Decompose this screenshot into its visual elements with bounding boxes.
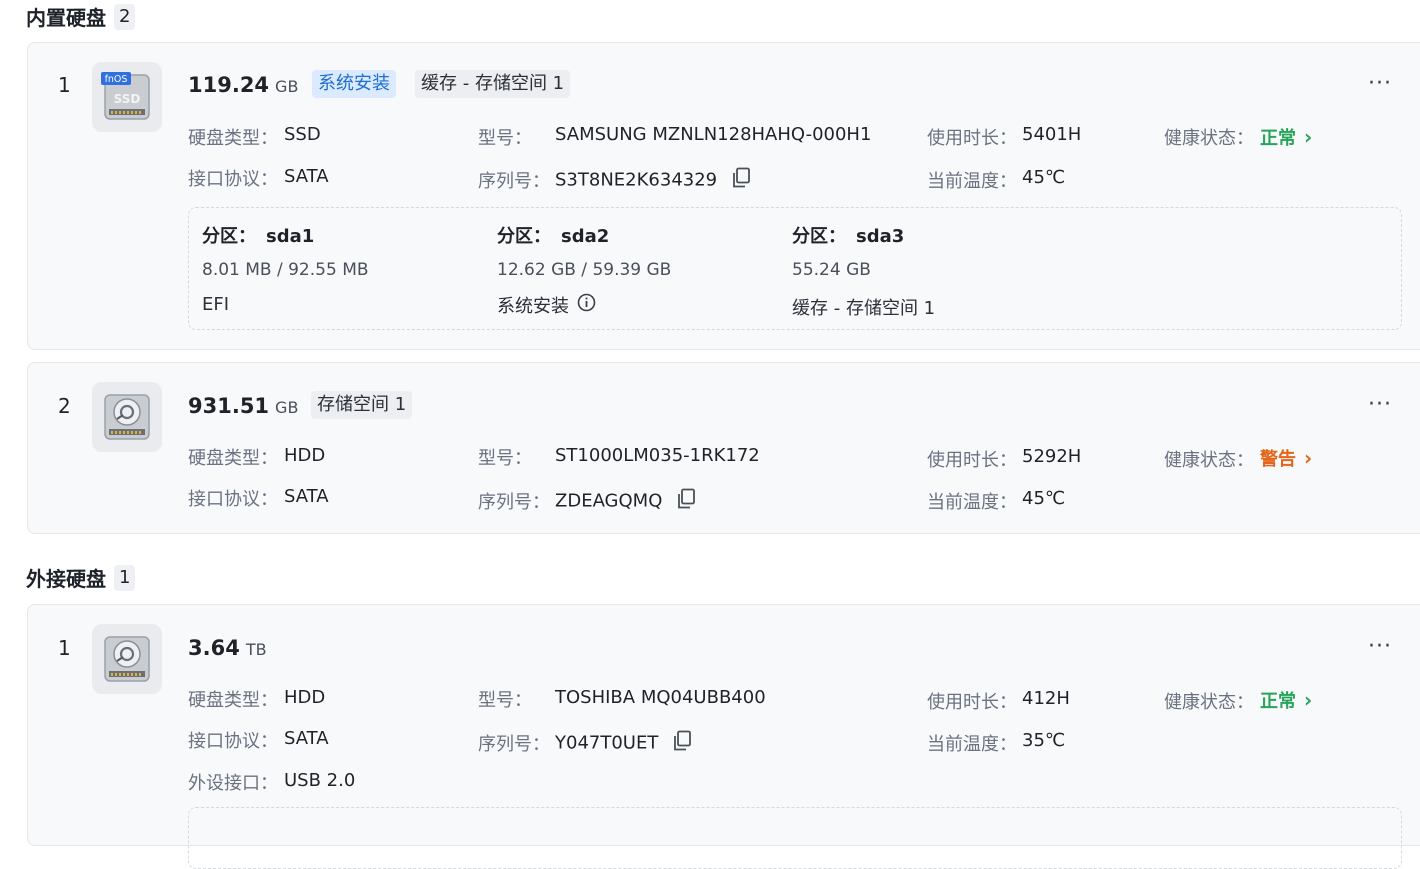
model-label: 型号：	[478, 448, 532, 469]
tag-system-install: 系统安装	[312, 70, 396, 98]
serial-value: S3T8NE2K634329	[555, 167, 751, 194]
temp-value: 45℃	[1022, 488, 1066, 509]
partition-panel: 分区： sda1 8.01 MB / 92.55 MB EFI 分区： sda2 1…	[188, 207, 1402, 330]
capacity-value: 119.24	[188, 73, 270, 97]
health-label: 健康状态：	[1164, 692, 1254, 713]
tag-cache-storage: 缓存 - 存储空间 1	[415, 70, 571, 98]
model-label: 型号：	[478, 690, 532, 711]
uptime-label: 使用时长：	[927, 450, 1017, 471]
type-value: HDD	[284, 445, 326, 466]
partition-panel	[188, 807, 1402, 869]
capacity: 119.24 GB	[188, 73, 298, 97]
interface-value: SATA	[284, 166, 329, 187]
ext-port-label: 外设接口：	[188, 773, 278, 794]
svg-text:fnOS: fnOS	[105, 74, 128, 85]
model-label: 型号：	[478, 128, 532, 149]
capacity-value: 931.51	[188, 394, 270, 418]
interface-value: SATA	[284, 486, 329, 507]
serial-label: 序列号：	[478, 734, 550, 755]
partition-usage: 系统安装	[497, 292, 596, 318]
disk-card: 1 3.64 TB ··· 硬盘类型： HDD 型号： TOSHIBA MQ04…	[27, 604, 1420, 869]
uptime-value: 5292H	[1022, 446, 1082, 467]
section-count: 2	[114, 3, 136, 30]
temp-label: 当前温度：	[927, 734, 1017, 755]
more-menu-button[interactable]: ···	[1368, 636, 1392, 658]
interface-label: 接口协议：	[188, 731, 278, 752]
copy-icon[interactable]	[676, 488, 696, 515]
interface-value: SATA	[284, 728, 329, 749]
capacity-unit: GB	[275, 398, 299, 417]
chevron-right-icon: ›	[1304, 446, 1313, 470]
partition-size: 12.62 GB / 59.39 GB	[497, 260, 672, 280]
type-value: HDD	[284, 687, 326, 708]
capacity: 931.51 GB	[188, 394, 298, 418]
type-label: 硬盘类型：	[188, 690, 278, 711]
health-status-link[interactable]: 正常 ›	[1260, 124, 1312, 150]
model-value: SAMSUNG MZNLN128HAHQ-000H1	[555, 124, 872, 145]
health-label: 健康状态：	[1164, 450, 1254, 471]
partition-title: 分区： sda3	[792, 226, 905, 247]
health-label: 健康状态：	[1164, 128, 1254, 149]
copy-icon[interactable]	[672, 730, 692, 757]
copy-icon[interactable]	[731, 167, 751, 194]
temp-value: 45℃	[1022, 167, 1066, 188]
partition-usage: 缓存 - 存储空间 1	[792, 298, 936, 319]
svg-text:SSD: SSD	[114, 92, 141, 106]
partition-size: 8.01 MB / 92.55 MB	[202, 260, 369, 280]
disk-card: 2 931.51 GB 存储空间 1 ··· 硬盘类型： HDD 型号： ST1…	[27, 362, 1420, 534]
partition-title: 分区： sda2	[497, 226, 610, 247]
disk-index: 1	[58, 73, 71, 97]
ssd-icon: SSD fnOS	[92, 62, 162, 132]
disk-index: 2	[58, 394, 71, 418]
ext-port-value: USB 2.0	[284, 770, 356, 791]
section-title: 内置硬盘	[26, 6, 106, 30]
type-label: 硬盘类型：	[188, 448, 278, 469]
partition-title: 分区： sda1	[202, 226, 315, 247]
capacity-unit: TB	[245, 640, 267, 659]
capacity-unit: GB	[275, 77, 299, 96]
serial-value: Y047T0UET	[555, 730, 692, 757]
more-menu-button[interactable]: ···	[1368, 394, 1392, 416]
chevron-right-icon: ›	[1304, 688, 1313, 712]
info-icon[interactable]	[577, 293, 596, 317]
more-menu-button[interactable]: ···	[1368, 73, 1392, 95]
serial-value: ZDEAGQMQ	[555, 488, 696, 515]
internal-disks-header: 内置硬盘 2	[26, 2, 136, 31]
external-disks-header: 外接硬盘 1	[26, 563, 136, 592]
uptime-label: 使用时长：	[927, 692, 1017, 713]
section-count: 1	[114, 564, 136, 591]
type-label: 硬盘类型：	[188, 128, 278, 149]
partition-usage: EFI	[202, 294, 230, 315]
uptime-value: 412H	[1022, 688, 1070, 709]
model-value: ST1000LM035-1RK172	[555, 445, 760, 466]
health-status-link[interactable]: 警告 ›	[1260, 445, 1312, 471]
capacity: 3.64 TB	[188, 636, 267, 660]
temp-label: 当前温度：	[927, 171, 1017, 192]
uptime-value: 5401H	[1022, 124, 1082, 145]
disk-index: 1	[58, 636, 71, 660]
partition-size: 55.24 GB	[792, 260, 871, 280]
disk-card: 1 SSD fnOS 119.24 GB 系统安装 缓存 - 存储空间 1 ··…	[27, 42, 1420, 350]
serial-label: 序列号：	[478, 492, 550, 513]
hdd-icon	[92, 382, 162, 452]
health-status-link[interactable]: 正常 ›	[1260, 687, 1312, 713]
serial-label: 序列号：	[478, 171, 550, 192]
model-value: TOSHIBA MQ04UBB400	[555, 687, 766, 708]
interface-label: 接口协议：	[188, 489, 278, 510]
tag-storage: 存储空间 1	[311, 391, 413, 419]
chevron-right-icon: ›	[1304, 125, 1313, 149]
type-value: SSD	[284, 124, 321, 145]
hdd-icon	[92, 624, 162, 694]
uptime-label: 使用时长：	[927, 128, 1017, 149]
interface-label: 接口协议：	[188, 169, 278, 190]
section-title: 外接硬盘	[26, 567, 106, 591]
temp-label: 当前温度：	[927, 492, 1017, 513]
capacity-value: 3.64	[188, 636, 240, 660]
temp-value: 35℃	[1022, 730, 1066, 751]
